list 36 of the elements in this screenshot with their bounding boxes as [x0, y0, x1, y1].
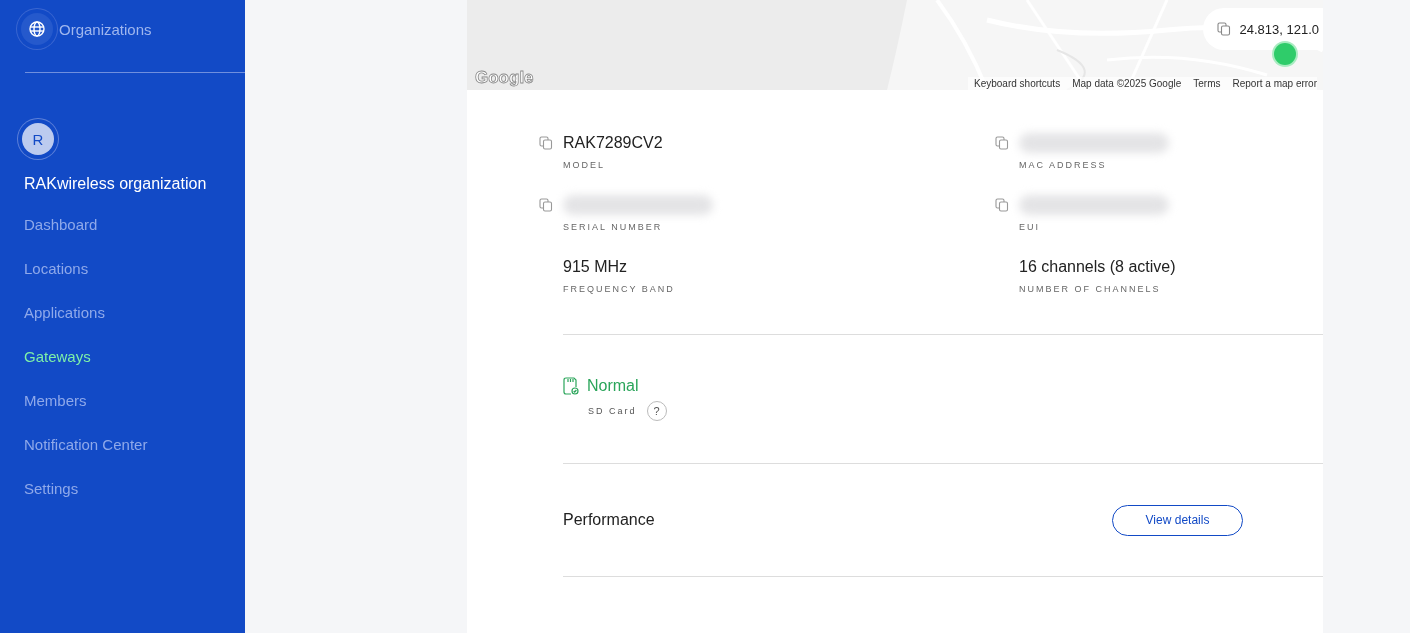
field-label: NUMBER OF CHANNELS — [1018, 284, 1162, 294]
field-value: 16 channels (8 active) — [1019, 258, 1176, 276]
nav-item[interactable]: Notification Center — [24, 435, 148, 479]
nav-item[interactable]: Members — [24, 391, 87, 435]
copy-icon[interactable] — [995, 198, 1009, 212]
copy-icon[interactable] — [995, 136, 1009, 150]
field-label: SERIAL NUMBER — [562, 222, 664, 232]
nav-item[interactable]: Dashboard — [24, 215, 98, 259]
sd-card-icon — [563, 377, 579, 395]
section-title: Performance — [563, 511, 655, 529]
view-details-button[interactable]: View details — [1112, 504, 1243, 536]
copy-icon[interactable] — [1217, 22, 1232, 36]
help-button[interactable]: ? — [646, 401, 667, 421]
map-attribution-link[interactable]: Keyboard shortcuts — [974, 78, 1061, 89]
map-attribution-link[interactable]: Report a map error — [1232, 78, 1317, 89]
sd-card-label: SD Card — [588, 406, 637, 416]
field-label: MODEL — [562, 160, 606, 170]
sd-card-status: Normal — [587, 377, 639, 395]
location-pin[interactable] — [1274, 43, 1296, 65]
nav-item[interactable]: Locations — [24, 259, 89, 303]
copy-icon[interactable] — [539, 136, 553, 150]
field-label: EUI — [1018, 222, 1041, 232]
field-label: MAC ADDRESS — [1018, 160, 1108, 170]
map-attribution-link[interactable]: Map data ©2025 Google — [1072, 78, 1182, 89]
field-value: 915 MHz — [563, 258, 628, 276]
organizations-link[interactable]: Organizations — [59, 20, 152, 38]
map-logo: Google — [475, 68, 534, 88]
nav-item[interactable]: Gateways — [24, 347, 91, 391]
copy-icon[interactable] — [539, 198, 553, 212]
field-value: RAK7289CV2 — [563, 134, 663, 152]
nav-item[interactable]: Settings — [24, 479, 79, 523]
field-label: FREQUENCY BAND — [562, 284, 676, 294]
coordinates-chip: 24.813, 121.0 — [1203, 8, 1323, 50]
organization-name: RAKwireless organization — [24, 175, 208, 193]
nav-item[interactable]: Applications — [24, 303, 105, 347]
map-attribution-link[interactable]: Terms — [1193, 78, 1221, 89]
